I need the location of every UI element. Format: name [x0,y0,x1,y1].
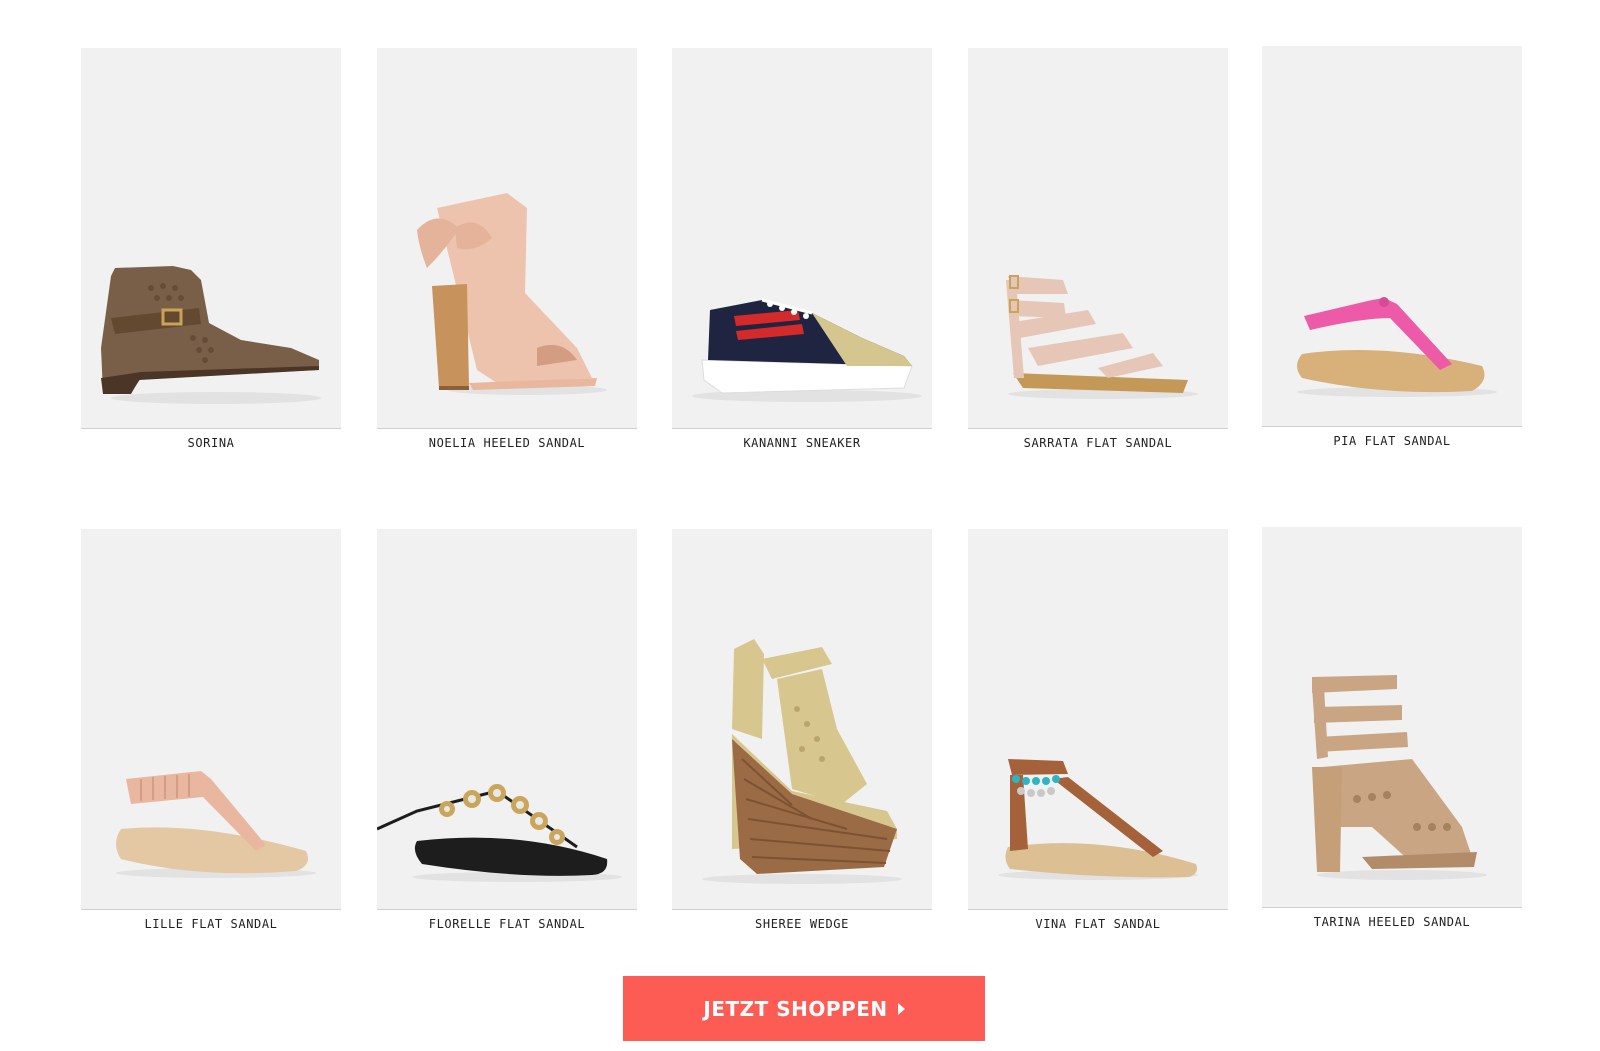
product-name[interactable]: VINA FLAT SANDAL [968,917,1228,931]
product-name[interactable]: TARINA HEELED SANDAL [1262,915,1522,929]
ankle-strap-sandal-icon [998,759,1198,880]
product-name[interactable]: SHEREE WEDGE [672,917,932,931]
wedge-icon [702,639,902,884]
ankle-boot-icon [101,266,321,404]
product-image[interactable] [968,48,1228,429]
strappy-heeled-sandal-icon [1312,675,1487,880]
product-name[interactable]: NOELIA HEELED SANDAL [377,436,637,450]
product-card-florelle[interactable]: FLORELLE FLAT SANDAL [377,529,637,931]
product-name[interactable]: SARRATA FLAT SANDAL [968,436,1228,450]
thong-sandal-icon [1297,297,1497,397]
product-name[interactable]: FLORELLE FLAT SANDAL [377,917,637,931]
product-card-pia[interactable]: PIA FLAT SANDAL [1262,46,1522,448]
product-name[interactable]: PIA FLAT SANDAL [1262,434,1522,448]
product-image[interactable] [672,529,932,910]
product-image[interactable] [377,48,637,429]
product-card-kananni[interactable]: KANANNI SNEAKER [672,48,932,450]
product-image[interactable] [81,48,341,429]
caret-right-icon [897,1002,905,1015]
heeled-sandal-icon [417,193,607,395]
shop-now-label: JETZT SHOPPEN [703,996,888,1021]
product-card-vina[interactable]: VINA FLAT SANDAL [968,529,1228,931]
product-image[interactable] [377,529,637,910]
product-card-sheree[interactable]: SHEREE WEDGE [672,529,932,931]
product-grid-page: SORINA NOELIA HEELED SANDAL KANANNI SNEA… [0,0,1600,1051]
product-card-lille[interactable]: LILLE FLAT SANDAL [81,529,341,931]
product-card-noelia[interactable]: NOELIA HEELED SANDAL [377,48,637,450]
shop-now-button[interactable]: JETZT SHOPPEN [623,976,985,1041]
product-image[interactable] [672,48,932,429]
product-image[interactable] [1262,46,1522,427]
thong-sandal-icon [116,771,316,878]
embellished-sandal-icon [377,784,622,882]
product-card-sorina[interactable]: SORINA [81,48,341,450]
product-name[interactable]: LILLE FLAT SANDAL [81,917,341,931]
strappy-flat-sandal-icon [1006,275,1198,399]
product-name[interactable]: KANANNI SNEAKER [672,436,932,450]
product-card-sarrata[interactable]: SARRATA FLAT SANDAL [968,48,1228,450]
product-image[interactable] [81,529,341,910]
sneaker-icon [692,298,922,402]
product-name[interactable]: SORINA [81,436,341,450]
product-card-tarina[interactable]: TARINA HEELED SANDAL [1262,527,1522,929]
product-image[interactable] [968,529,1228,910]
product-image[interactable] [1262,527,1522,908]
